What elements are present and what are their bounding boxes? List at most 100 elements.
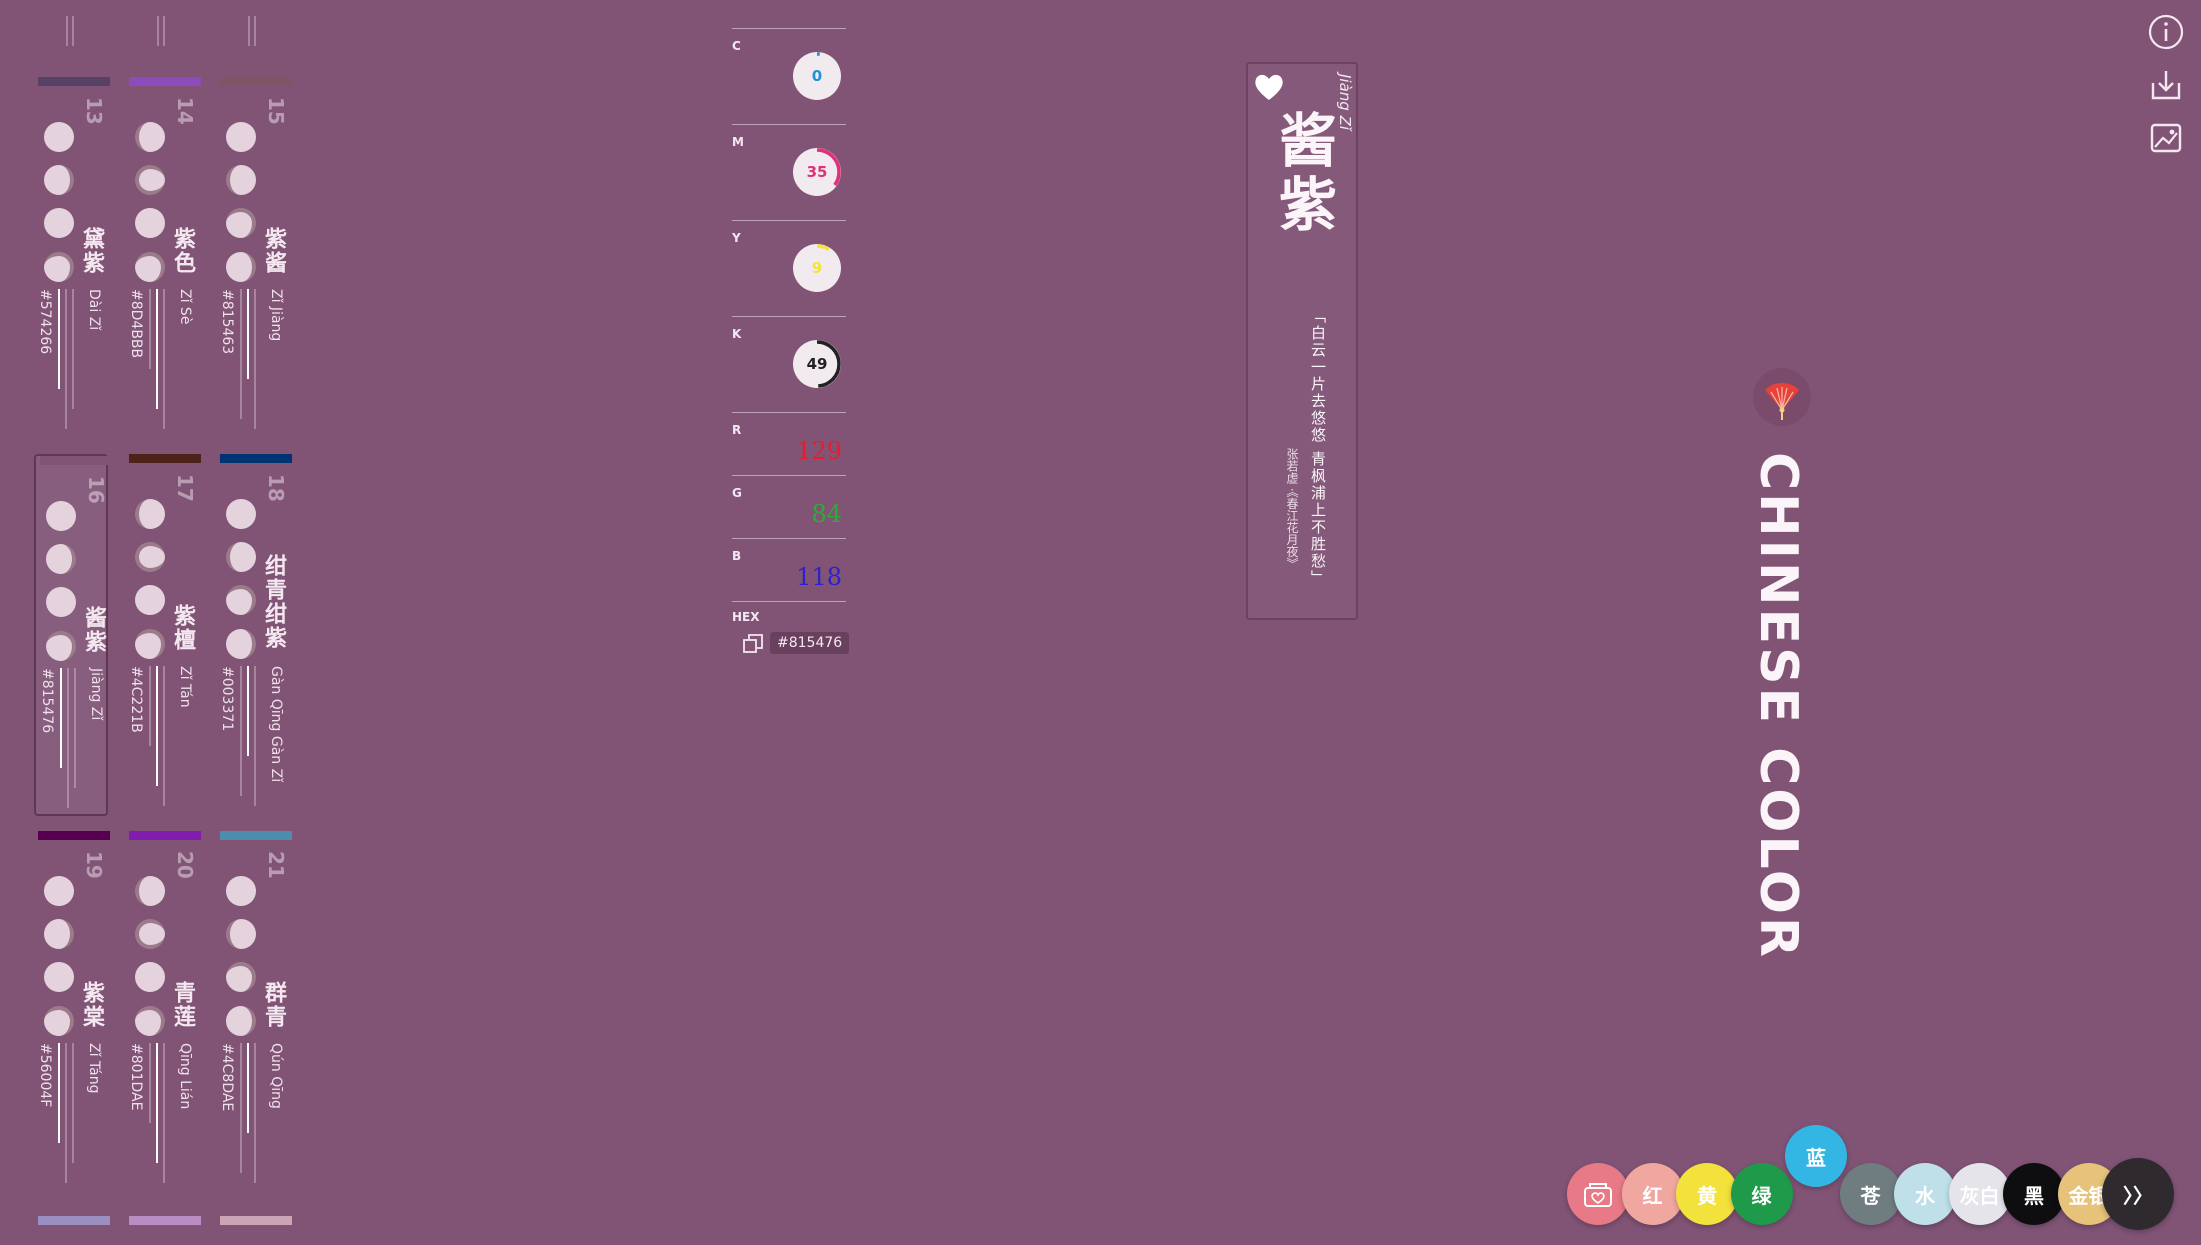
color-number: 18 xyxy=(264,474,288,502)
cyan-label: C xyxy=(732,39,741,53)
color-family-button[interactable]: 蓝 xyxy=(1785,1125,1847,1187)
value-dot xyxy=(46,501,76,531)
value-line xyxy=(156,289,158,409)
color-family-button[interactable]: 灰白 xyxy=(1948,1163,2011,1225)
value-line xyxy=(240,1043,242,1173)
value-line xyxy=(149,1043,151,1123)
detail-poem: 「白云一片去悠悠 青枫浦上不胜愁」 xyxy=(1309,308,1327,587)
color-number: 14 xyxy=(173,97,197,125)
color-name: 青莲 xyxy=(170,981,195,1029)
info-icon[interactable] xyxy=(2146,12,2186,52)
color-family-button[interactable]: 绿 xyxy=(1730,1163,1793,1225)
hex-value[interactable]: #815476 xyxy=(770,632,850,654)
magenta-value: 35 xyxy=(806,163,828,181)
color-number: 20 xyxy=(173,851,197,879)
color-pinyin: Qún Qīng xyxy=(268,1043,284,1109)
color-family-button[interactable]: 苍 xyxy=(1839,1163,1902,1225)
color-card[interactable]: 16 酱紫 Jiàng Zǐ #815476 xyxy=(34,454,112,816)
next-button[interactable]: 〉〉 xyxy=(2102,1158,2174,1230)
favorites-icon[interactable] xyxy=(1567,1163,1629,1225)
color-family-button[interactable]: 红 xyxy=(1621,1163,1684,1225)
color-number: 19 xyxy=(82,851,106,879)
color-card[interactable]: 15 紫酱 Zǐ Jiàng #815463 xyxy=(216,77,292,439)
value-dot xyxy=(44,919,74,949)
heart-icon[interactable] xyxy=(1252,70,1286,104)
color-swatch-bar[interactable] xyxy=(129,1216,201,1225)
value-dot xyxy=(44,122,74,152)
color-swatch-bar xyxy=(129,77,201,86)
color-card[interactable]: 21 群青 Qún Qīng #4C8DAE xyxy=(216,831,292,1193)
value-dot xyxy=(46,587,76,617)
color-card[interactable]: 17 紫檀 Zǐ Tán #4C221B xyxy=(125,454,201,816)
value-dot xyxy=(135,1006,165,1036)
color-hex: #8D4BBB xyxy=(128,289,144,359)
detail-pinyin: Jiàng Zǐ xyxy=(1336,74,1354,131)
image-icon[interactable] xyxy=(2146,118,2186,158)
color-hex: #4C221B xyxy=(128,666,144,733)
value-line xyxy=(254,16,256,46)
value-dot xyxy=(226,585,256,615)
brand-title: CHINESE COLOR xyxy=(1748,452,1808,961)
value-dot xyxy=(226,252,256,282)
color-card[interactable]: 14 紫色 Zǐ Sè #8D4BBB xyxy=(125,77,201,439)
value-line xyxy=(60,668,62,768)
green-row: G 84 xyxy=(732,475,846,538)
value-line xyxy=(247,289,249,379)
color-pinyin: Zǐ Jiàng xyxy=(268,289,284,342)
color-pinyin: Dài Zǐ xyxy=(86,289,102,331)
red-value: 129 xyxy=(796,437,842,465)
copy-icon[interactable] xyxy=(743,634,763,654)
download-icon[interactable] xyxy=(2146,65,2186,105)
value-line xyxy=(240,289,242,419)
value-line xyxy=(254,289,256,429)
value-dot xyxy=(46,544,76,574)
color-grid: 13 黛紫 Dài Zǐ #574266 14 紫色 Zǐ Sè #8D4BBB 15 紫酱 Zǐ … xyxy=(34,10,310,1245)
color-name: 黛紫 xyxy=(79,227,104,275)
value-dot xyxy=(226,122,256,152)
color-family-label: 水 xyxy=(1915,1183,1935,1208)
detail-color-name: 酱紫 xyxy=(1269,110,1337,238)
blue-value: 118 xyxy=(796,563,842,591)
color-family-button[interactable]: 黄 xyxy=(1676,1163,1738,1225)
value-dot xyxy=(135,122,165,152)
value-dot xyxy=(135,919,165,949)
value-dot xyxy=(226,165,256,195)
value-line xyxy=(163,1043,165,1183)
value-dot xyxy=(135,962,165,992)
value-line xyxy=(157,16,159,46)
yellow-label: Y xyxy=(732,231,741,245)
green-value: 84 xyxy=(811,500,842,528)
red-row: R 129 xyxy=(732,412,846,475)
color-swatch-bar[interactable] xyxy=(38,1216,110,1225)
value-dot xyxy=(226,499,256,529)
value-line xyxy=(247,666,249,756)
color-hex: #56004F xyxy=(37,1043,53,1108)
value-dot xyxy=(44,1006,74,1036)
color-swatch-bar xyxy=(38,831,110,840)
value-line xyxy=(74,668,76,788)
value-line xyxy=(156,666,158,786)
color-card[interactable]: 13 黛紫 Dài Zǐ #574266 xyxy=(34,77,110,439)
value-dot xyxy=(44,962,74,992)
value-line xyxy=(58,289,60,389)
value-line xyxy=(254,1043,256,1183)
value-dot xyxy=(135,542,165,572)
color-detail-card: Jiàng Zǐ 酱紫 「白云一片去悠悠 青枫浦上不胜愁」 张若虚 ·《春江花月… xyxy=(1246,62,1358,620)
value-line xyxy=(247,1043,249,1133)
value-dot xyxy=(44,876,74,906)
color-card[interactable]: 20 青莲 Qīng Lián #801DAE xyxy=(125,831,201,1193)
cyan-value: 0 xyxy=(811,67,823,85)
red-label: R xyxy=(732,423,742,437)
cyan-row: C 0 xyxy=(732,28,846,124)
color-card[interactable]: 19 紫棠 Zǐ Táng #56004F xyxy=(34,831,110,1193)
color-family-button[interactable]: 水 xyxy=(1894,1163,1956,1225)
color-card[interactable]: 18 绀青绀紫 Gàn Qīng Gàn Zǐ #003371 xyxy=(216,454,292,816)
yellow-value: 9 xyxy=(811,259,823,277)
value-line xyxy=(65,1043,67,1183)
color-family-label: 黄 xyxy=(1697,1183,1717,1208)
value-line xyxy=(163,289,165,429)
color-family-button[interactable]: 黑 xyxy=(2003,1163,2065,1225)
color-swatch-bar xyxy=(38,77,110,86)
color-swatch-bar[interactable] xyxy=(220,1216,292,1225)
blue-label: B xyxy=(732,549,742,563)
